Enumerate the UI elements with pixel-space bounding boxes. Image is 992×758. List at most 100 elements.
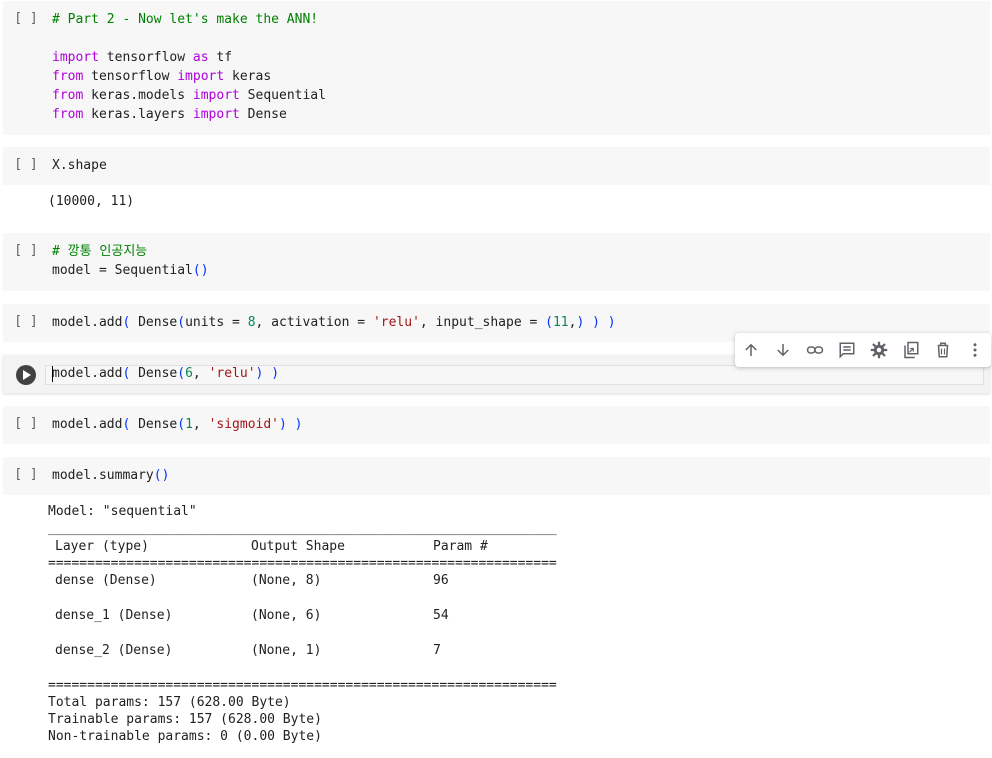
- code-token: Sequential: [239, 88, 326, 103]
- mirror-cell-icon[interactable]: [900, 339, 922, 361]
- code-token: 8: [247, 315, 256, 330]
- code-line[interactable]: from tensorflow import keras: [52, 67, 271, 86]
- code-token: from: [52, 88, 84, 103]
- code-token: import: [52, 50, 99, 65]
- gear-icon[interactable]: [868, 339, 890, 361]
- code-token: 6: [185, 366, 193, 381]
- code-token: ): [279, 417, 287, 432]
- code-token: import: [192, 107, 240, 122]
- code-token: model.add: [52, 417, 123, 432]
- code-line[interactable]: model.add( Dense(6, 'relu') ): [52, 364, 279, 383]
- code-token: (: [177, 417, 186, 432]
- code-token: Dense: [130, 417, 178, 432]
- code-token: keras: [224, 69, 272, 84]
- code-token: (): [153, 468, 170, 483]
- summary-row-layer: dense_2 (Dense): [55, 643, 173, 658]
- code-line[interactable]: from keras.layers import Dense: [52, 105, 287, 124]
- run-cell-button[interactable]: [ ]: [13, 416, 39, 431]
- code-token: (: [177, 366, 186, 381]
- comment-icon[interactable]: [836, 339, 858, 361]
- code-token: model.summary: [52, 468, 154, 483]
- code-token: model = Sequential: [52, 263, 193, 278]
- code-token: model.add: [52, 366, 123, 381]
- code-token: 11: [552, 315, 569, 330]
- code-token: (: [545, 315, 553, 330]
- code-line[interactable]: model = Sequential(): [52, 261, 209, 280]
- code-line[interactable]: model.add( Dense(units = 8, activation =…: [52, 313, 616, 332]
- code-cell-model-create[interactable]: [ ] # 깡통 인공지능 model = Sequential(): [3, 233, 990, 291]
- cell-output: (10000, 11): [48, 194, 135, 209]
- code-token: model.add: [52, 315, 123, 330]
- code-token: ): [294, 417, 303, 432]
- code-token: ): [607, 315, 616, 330]
- code-token: keras.layers: [83, 107, 193, 122]
- code-token: (: [177, 315, 186, 330]
- code-token: , input_shape =: [419, 315, 546, 330]
- code-cell-x-shape[interactable]: [ ] X.shape: [3, 147, 990, 185]
- code-cell-add-dense-1[interactable]: [ ] model.add( Dense(1, 'sigmoid') ): [3, 406, 990, 444]
- summary-row-shape: (None, 6): [251, 608, 322, 623]
- run-cell-button[interactable]: [ ]: [13, 243, 39, 258]
- code-line[interactable]: from keras.models import Sequential: [52, 86, 326, 105]
- code-token: , activation =: [255, 315, 373, 330]
- code-token: 'sigmoid': [208, 417, 280, 432]
- summary-row-param: 54: [433, 608, 449, 623]
- summary-row-param: 96: [433, 573, 449, 588]
- summary-total-params: Total params: 157 (628.00 Byte): [48, 695, 291, 710]
- run-cell-button[interactable]: [ ]: [13, 157, 39, 172]
- summary-row-shape: (None, 1): [251, 643, 322, 658]
- code-token: 'relu': [208, 366, 256, 381]
- summary-row-layer: dense_1 (Dense): [55, 608, 173, 623]
- code-line[interactable]: # 깡통 인공지능: [52, 242, 147, 261]
- summary-header-layer: Layer (type): [55, 539, 149, 554]
- run-cell-button[interactable]: [16, 365, 36, 385]
- text-cursor: [52, 366, 53, 382]
- summary-rule-bottom: ========================================…: [48, 678, 557, 693]
- cell-toolbar: [735, 333, 991, 367]
- arrow-up-icon[interactable]: [740, 339, 762, 361]
- code-cell-part2-imports[interactable]: [ ] # Part 2 - Now let's make the ANN! im…: [3, 1, 990, 135]
- link-icon[interactable]: [804, 339, 826, 361]
- code-token: ): [271, 366, 280, 381]
- code-token: Dense: [130, 315, 178, 330]
- code-line[interactable]: # Part 2 - Now let's make the ANN!: [52, 10, 318, 29]
- summary-row-param: 7: [433, 643, 441, 658]
- run-cell-button[interactable]: [ ]: [13, 11, 39, 26]
- code-token: # 깡통 인공지능: [52, 244, 148, 259]
- run-cell-button[interactable]: [ ]: [13, 467, 39, 482]
- summary-row-shape: (None, 8): [251, 573, 322, 588]
- code-token: keras.models: [83, 88, 193, 103]
- summary-rule-top: ________________________________________…: [48, 521, 557, 536]
- code-line[interactable]: model.summary(): [52, 466, 169, 485]
- code-token: import: [177, 69, 225, 84]
- code-token: Dense: [130, 366, 178, 381]
- code-token: ,: [192, 366, 209, 381]
- code-cell-model-summary[interactable]: [ ] model.summary(): [3, 457, 990, 495]
- summary-non-trainable-params: Non-trainable params: 0 (0.00 Byte): [48, 729, 322, 744]
- code-token: # Part 2 - Now let's make the ANN!: [52, 12, 319, 27]
- trash-icon[interactable]: [932, 339, 954, 361]
- code-line[interactable]: model.add( Dense(1, 'sigmoid') ): [52, 415, 303, 434]
- more-vert-icon[interactable]: [964, 339, 986, 361]
- code-token: from: [52, 69, 84, 84]
- code-token: Dense: [239, 107, 287, 122]
- code-token: tensorflow: [83, 69, 178, 84]
- code-line[interactable]: X.shape: [52, 156, 107, 175]
- code-token: ,: [192, 417, 209, 432]
- code-token: tf: [208, 50, 233, 65]
- run-cell-button[interactable]: [ ]: [13, 314, 39, 329]
- summary-trainable-params: Trainable params: 157 (628.00 Byte): [48, 712, 322, 727]
- code-token: (): [192, 263, 209, 278]
- summary-model-name: Model: "sequential": [48, 504, 197, 519]
- code-token: tensorflow: [98, 50, 193, 65]
- arrow-down-icon[interactable]: [772, 339, 794, 361]
- code-token: 1: [185, 417, 193, 432]
- code-line[interactable]: import tensorflow as tf: [52, 48, 232, 67]
- code-token: units =: [185, 315, 248, 330]
- summary-header-param: Param #: [433, 539, 488, 554]
- code-token: import: [192, 88, 240, 103]
- summary-rule-header: ========================================…: [48, 556, 557, 571]
